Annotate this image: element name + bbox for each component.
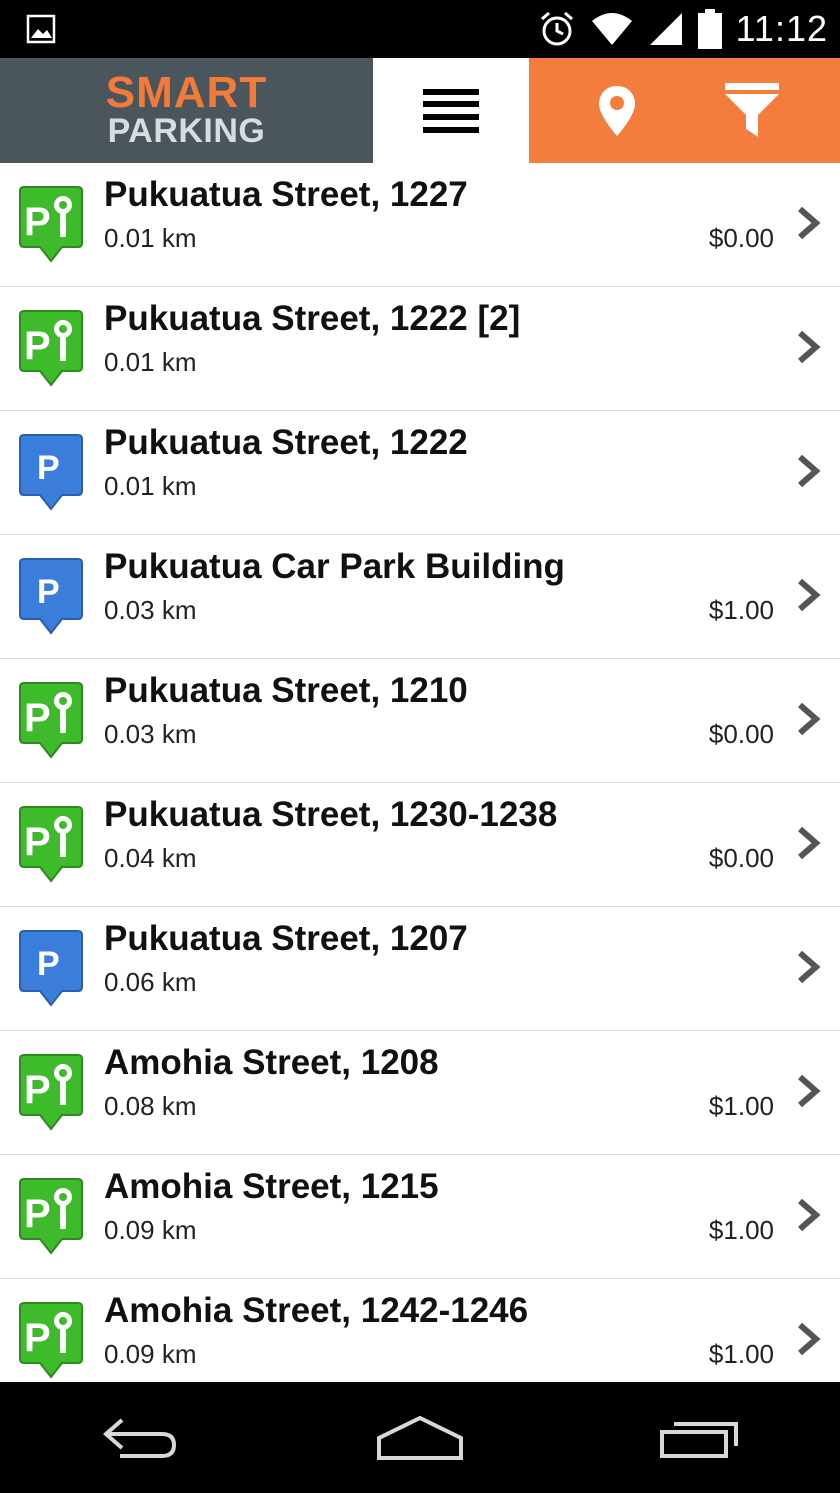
list-item-distance: 0.08 km	[104, 1091, 197, 1121]
list-item[interactable]: P Pukuatua Street, 1222 0.01 km	[0, 411, 840, 535]
list-item[interactable]: P Pukuatua Street, 1227 0.01 km $0.00	[0, 163, 840, 287]
filter-button[interactable]	[712, 71, 792, 151]
back-button[interactable]	[85, 1408, 195, 1468]
chevron-right-icon	[798, 330, 821, 364]
chevron-right-icon	[798, 826, 821, 860]
list-item-title: Pukuatua Street, 1227	[104, 175, 468, 214]
svg-text:P: P	[24, 696, 51, 740]
svg-text:P: P	[24, 820, 51, 864]
chevron-right-icon	[798, 1074, 821, 1108]
svg-text:P: P	[24, 1316, 51, 1360]
list-item-distance: 0.01 km	[104, 223, 197, 253]
list-item-price: $0.00	[708, 843, 774, 873]
list-item-distance: 0.03 km	[104, 595, 197, 625]
list-item-title: Pukuatua Car Park Building	[104, 547, 565, 586]
app-logo: SMART PARKING	[0, 58, 373, 163]
list-item[interactable]: P Amohia Street, 1242-1246 0.09 km $1.00	[0, 1279, 840, 1382]
list-item-distance: 0.09 km	[104, 1215, 197, 1245]
filter-funnel-icon	[725, 82, 780, 137]
parking-meter-icon: P	[18, 1053, 84, 1131]
parking-meter-icon: P	[18, 185, 84, 263]
home-icon	[377, 1415, 463, 1460]
status-bar: 11:12	[0, 0, 840, 58]
parking-icon: P	[18, 929, 84, 1007]
list-item-distance: 0.09 km	[104, 1339, 197, 1369]
list-item-title: Pukuatua Street, 1207	[104, 919, 468, 958]
chevron-right-icon	[798, 1198, 821, 1232]
wifi-icon	[591, 13, 632, 45]
battery-icon	[697, 9, 722, 49]
list-item-title: Amohia Street, 1215	[104, 1167, 439, 1206]
parking-meter-icon: P	[18, 1301, 84, 1379]
parking-meter-icon: P	[18, 309, 84, 387]
signal-icon	[649, 13, 682, 45]
list-item[interactable]: P Pukuatua Street, 1207 0.06 km	[0, 907, 840, 1031]
svg-text:P: P	[24, 1068, 51, 1112]
list-item[interactable]: P Amohia Street, 1208 0.08 km $1.00	[0, 1031, 840, 1155]
navigation-bar	[0, 1382, 840, 1493]
hamburger-menu-icon	[423, 88, 479, 133]
list-item-price: $1.00	[708, 1339, 774, 1369]
list-item[interactable]: P Pukuatua Street, 1210 0.03 km $0.00	[0, 659, 840, 783]
list-item-distance: 0.01 km	[104, 347, 197, 377]
app-header: SMART PARKING	[0, 58, 840, 163]
list-item-title: Pukuatua Street, 1230-1238	[104, 795, 558, 834]
chevron-right-icon	[798, 702, 821, 736]
recent-apps-icon	[660, 1421, 738, 1458]
image-notification-icon	[26, 14, 56, 44]
list-item[interactable]: P Amohia Street, 1215 0.09 km $1.00	[0, 1155, 840, 1279]
location-pin-icon	[598, 85, 635, 136]
chevron-right-icon	[798, 950, 821, 984]
recent-apps-button[interactable]	[645, 1408, 755, 1468]
svg-text:P: P	[37, 573, 60, 611]
list-item-price: $0.00	[708, 719, 774, 749]
status-right: 11:12	[538, 6, 828, 52]
header-actions	[529, 58, 840, 163]
list-item-price: $1.00	[708, 595, 774, 625]
logo-bottom-text: PARKING	[107, 111, 266, 150]
list-item[interactable]: P Pukuatua Street, 1230-1238 0.04 km $0.…	[0, 783, 840, 907]
chevron-right-icon	[798, 454, 821, 488]
list-item-title: Pukuatua Street, 1210	[104, 671, 468, 710]
list-item-title: Amohia Street, 1208	[104, 1043, 439, 1082]
list-item-distance: 0.03 km	[104, 719, 197, 749]
map-button[interactable]	[577, 71, 657, 151]
list-item[interactable]: P Pukuatua Street, 1222 [2] 0.01 km	[0, 287, 840, 411]
parking-meter-icon: P	[18, 1177, 84, 1255]
chevron-right-icon	[798, 578, 821, 612]
list-item-price: $1.00	[708, 1215, 774, 1245]
back-arrow-icon	[102, 1417, 177, 1458]
list-item-title: Pukuatua Street, 1222	[104, 423, 468, 462]
list-item[interactable]: P Pukuatua Car Park Building 0.03 km $1.…	[0, 535, 840, 659]
parking-list: P Pukuatua Street, 1227 0.01 km $0.00 P …	[0, 163, 840, 1382]
screen: 11:12 SMART PARKING P Pukuatua Street, 1…	[0, 0, 840, 1493]
svg-text:P: P	[37, 449, 60, 487]
list-item-distance: 0.01 km	[104, 471, 197, 501]
menu-button[interactable]	[373, 58, 529, 163]
svg-text:P: P	[24, 200, 51, 244]
list-item-title: Pukuatua Street, 1222 [2]	[104, 299, 521, 338]
chevron-right-icon	[798, 206, 821, 240]
parking-meter-icon: P	[18, 805, 84, 883]
parking-icon: P	[18, 557, 84, 635]
list-item-price: $1.00	[708, 1091, 774, 1121]
chevron-right-icon	[798, 1322, 821, 1356]
list-item-price: $0.00	[708, 223, 774, 253]
list-item-distance: 0.06 km	[104, 967, 197, 997]
parking-icon: P	[18, 433, 84, 511]
svg-text:P: P	[24, 1192, 51, 1236]
alarm-icon	[540, 11, 573, 46]
home-button[interactable]	[365, 1408, 475, 1468]
list-item-distance: 0.04 km	[104, 843, 197, 873]
svg-text:P: P	[24, 324, 51, 368]
parking-meter-icon: P	[18, 681, 84, 759]
status-time: 11:12	[735, 8, 828, 49]
list-item-title: Amohia Street, 1242-1246	[104, 1291, 529, 1330]
logo-top-text: SMART	[105, 67, 268, 117]
svg-text:P: P	[37, 945, 60, 983]
